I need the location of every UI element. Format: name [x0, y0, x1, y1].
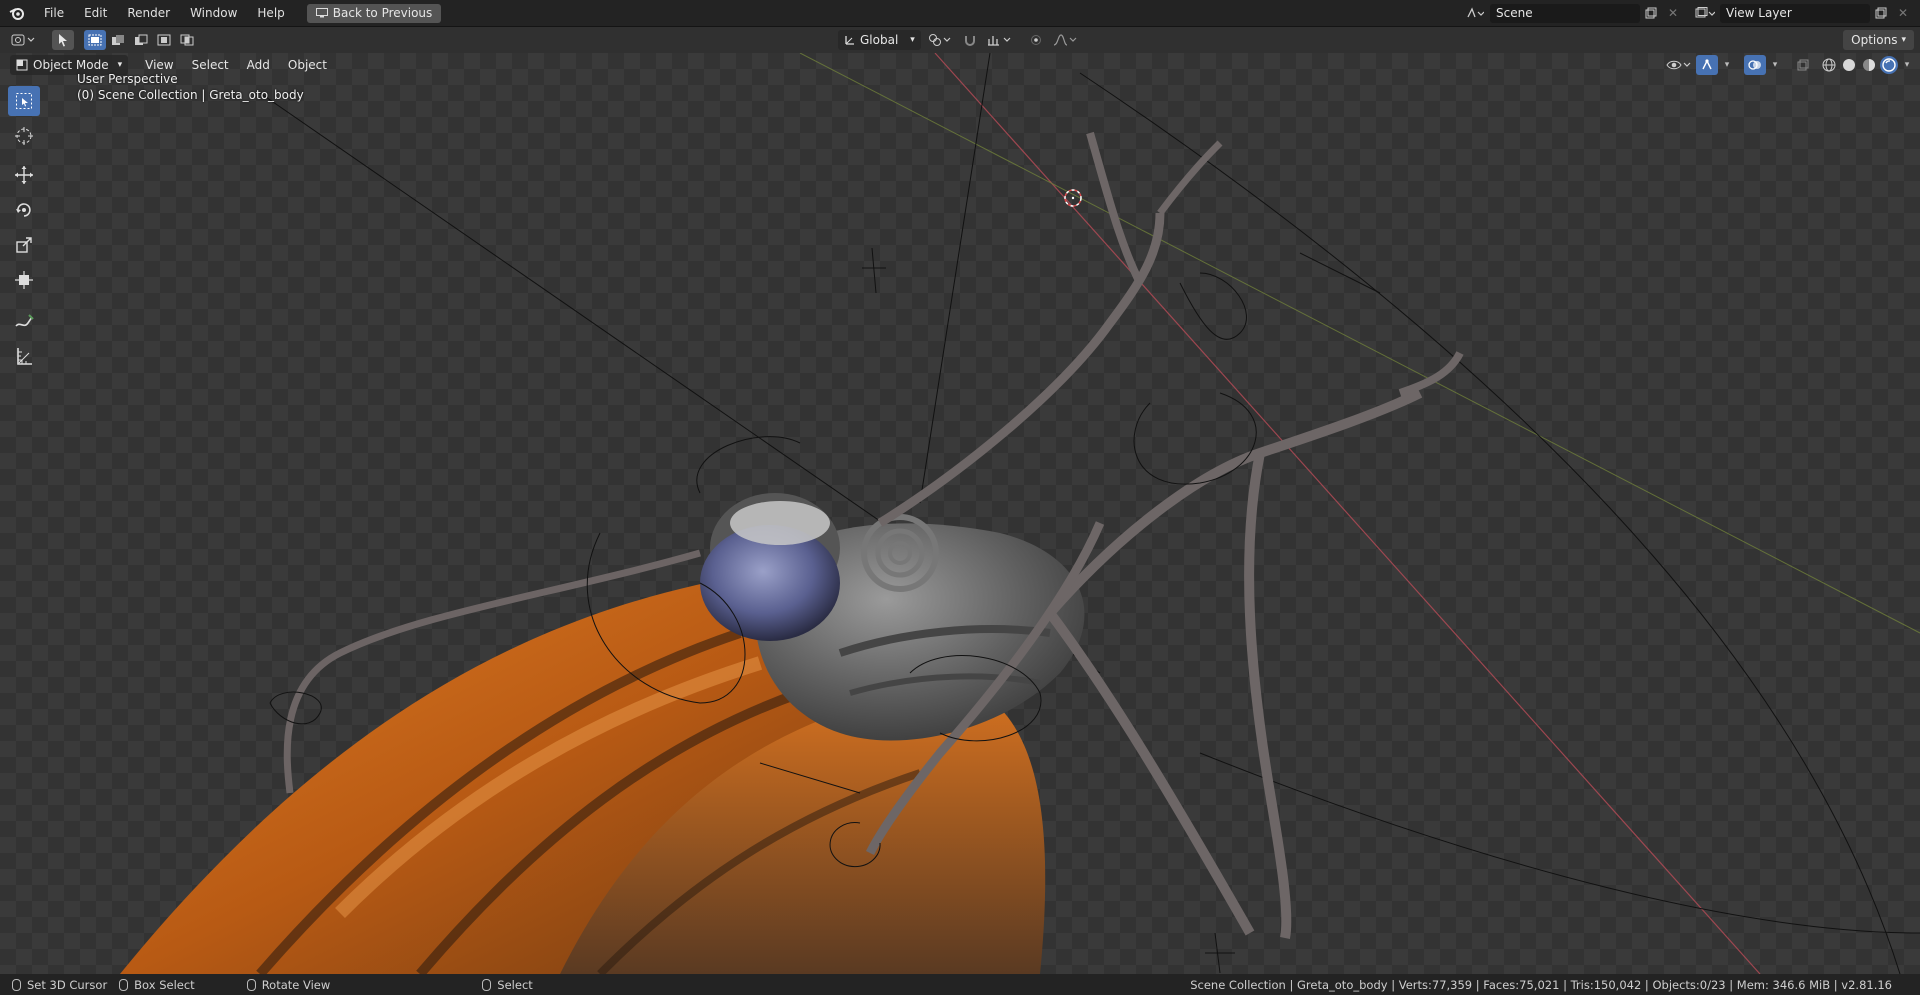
scene-statistics: Scene Collection | Greta_oto_body | Vert… [1190, 977, 1892, 992]
shading-dropdown-icon[interactable]: ▾ [1900, 55, 1914, 75]
3d-viewport[interactable]: Object Mode ▾ View Select Add Object ▾ ▾ [0, 53, 1920, 974]
hint-box-select-label: Box Select [134, 977, 195, 992]
head-top [730, 501, 830, 545]
mouse-middle-icon [246, 978, 256, 991]
view-layer-field[interactable]: View Layer [1720, 3, 1870, 23]
hint-rotate-view-label: Rotate View [261, 977, 331, 992]
mode-invert-selection-icon[interactable] [153, 30, 175, 50]
hint-set-3d-cursor-label: Set 3D Cursor [27, 977, 108, 992]
top-menu-bar: File Edit Render Window Help Back to Pre… [0, 0, 1920, 27]
remove-view-layer-icon[interactable]: ✕ [1892, 3, 1914, 23]
options-dropdown[interactable]: Options ▾ [1843, 30, 1914, 50]
xray-toggle-icon[interactable] [1792, 55, 1814, 75]
hint-select-label: Select [497, 977, 533, 992]
annotate-tool-icon[interactable] [8, 306, 40, 336]
rendered-shading-icon[interactable] [1880, 56, 1898, 74]
menu-help[interactable]: Help [247, 0, 294, 26]
select-tool-icon[interactable] [52, 30, 74, 50]
menu-file[interactable]: File [34, 0, 74, 26]
scene-name-field[interactable]: Scene [1490, 3, 1640, 23]
viewport-collection-label: (0) Scene Collection | Greta_oto_body [77, 88, 304, 102]
mouse-left-icon [12, 978, 21, 991]
back-to-previous-button[interactable]: Back to Previous [306, 3, 442, 23]
cursor-tool-icon[interactable] [8, 121, 40, 151]
viewport-menu-object[interactable]: Object [279, 53, 336, 77]
view-layer-selector-icon[interactable] [1694, 3, 1716, 23]
mode-subtract-selection-icon[interactable] [130, 30, 152, 50]
mode-extend-selection-icon[interactable] [107, 30, 129, 50]
mode-intersect-selection-icon[interactable] [176, 30, 198, 50]
viewport-scene[interactable] [0, 53, 1920, 974]
viewport-menu-select[interactable]: Select [183, 53, 238, 77]
object-mode-icon [16, 59, 28, 71]
screen-icon [315, 8, 328, 18]
overlays-toggle-icon[interactable] [1744, 55, 1766, 75]
transform-orientation-dropdown[interactable]: Global ▾ [838, 30, 921, 50]
falloff-curve-icon[interactable] [1051, 30, 1081, 50]
pivot-point-icon[interactable] [925, 30, 955, 50]
measure-tool-icon[interactable] [8, 341, 40, 371]
hint-box-select: Box Select [113, 978, 201, 992]
orientation-axis-icon [845, 36, 854, 45]
viewport-perspective-label: User Perspective [77, 72, 178, 86]
hint-select: Select [476, 978, 538, 992]
overlays-dropdown-icon[interactable]: ▾ [1768, 55, 1782, 75]
gizmo-dropdown-icon[interactable]: ▾ [1720, 55, 1734, 75]
hint-rotate-view: Rotate View [241, 978, 337, 992]
tool-shelf [8, 86, 40, 376]
snap-element-icon[interactable] [985, 30, 1015, 50]
transform-tool-icon[interactable] [8, 265, 40, 295]
new-view-layer-icon[interactable] [1870, 3, 1892, 23]
menu-window[interactable]: Window [180, 0, 247, 26]
wireframe-shading-icon[interactable] [1820, 56, 1838, 74]
rotate-tool-icon[interactable] [8, 195, 40, 225]
proportional-editing-icon[interactable] [1025, 30, 1047, 50]
chevron-down-icon: ▾ [1901, 35, 1906, 45]
material-preview-shading-icon[interactable] [1860, 56, 1878, 74]
options-label: Options [1851, 33, 1898, 47]
back-to-previous-label: Back to Previous [332, 6, 433, 20]
workspace-controls: Scene ✕ View Layer ✕ [1464, 0, 1920, 26]
viewport-menu-add[interactable]: Add [238, 53, 279, 77]
new-scene-icon[interactable] [1640, 3, 1662, 23]
menu-edit[interactable]: Edit [74, 0, 117, 26]
blender-logo-icon[interactable] [0, 0, 34, 26]
chevron-down-icon: ▾ [117, 60, 123, 70]
visibility-eye-icon[interactable] [1664, 55, 1694, 75]
snap-toggle-icon[interactable] [959, 30, 981, 50]
status-bar: Set 3D Cursor Box Select Rotate View Sel… [0, 974, 1920, 995]
view-layer-text: View Layer [1726, 6, 1792, 20]
chevron-down-icon: ▾ [910, 35, 915, 45]
viewport-header: Object Mode ▾ View Select Add Object ▾ ▾ [0, 53, 1920, 77]
mouse-drag-icon [119, 978, 129, 991]
editor-type-icon[interactable] [8, 30, 40, 50]
solid-shading-icon[interactable] [1840, 56, 1858, 74]
mode-new-selection-icon[interactable] [84, 30, 106, 50]
select-box-tool-icon[interactable] [8, 86, 40, 116]
move-tool-icon[interactable] [8, 160, 40, 190]
object-mode-value: Object Mode [33, 58, 109, 72]
menu-render[interactable]: Render [117, 0, 180, 26]
hint-set-3d-cursor: Set 3D Cursor [6, 978, 113, 992]
transform-orientation-value: Global [860, 33, 899, 47]
scene-name-text: Scene [1496, 6, 1533, 20]
viewport-display-controls: ▾ ▾ ▾ [1664, 55, 1914, 75]
remove-scene-icon[interactable]: ✕ [1662, 3, 1684, 23]
scale-tool-icon[interactable] [8, 230, 40, 260]
tool-settings-bar: Global ▾ Options ▾ [0, 27, 1920, 53]
scene-selector-icon[interactable] [1464, 3, 1486, 23]
gizmo-toggle-icon[interactable] [1696, 55, 1718, 75]
mouse-right-icon [482, 978, 492, 991]
